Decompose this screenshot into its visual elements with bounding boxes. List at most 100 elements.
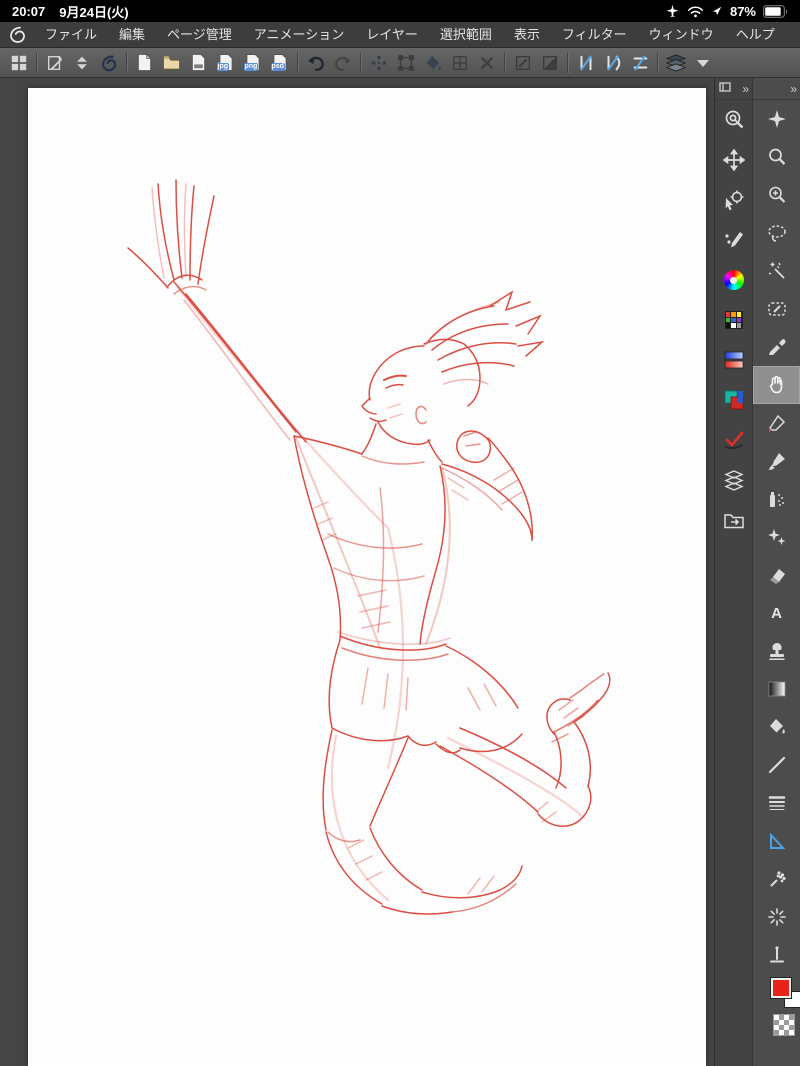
toolbar-separator	[657, 52, 658, 73]
folder-nav-tool[interactable]	[715, 500, 752, 540]
tool-dropdown-icon[interactable]	[689, 50, 716, 76]
wifi-icon	[687, 5, 704, 18]
perpendicular-tool[interactable]	[753, 936, 800, 974]
toolbar-separator	[504, 52, 505, 73]
menu-window[interactable]: ウィンドウ	[638, 22, 725, 47]
snap-dots-icon[interactable]	[365, 50, 392, 76]
text-tool[interactable]: A	[753, 594, 800, 632]
decoration-tool[interactable]	[753, 518, 800, 556]
export-jpg-icon[interactable]: jpg	[212, 50, 239, 76]
ruler-snap-icon[interactable]	[572, 50, 599, 76]
undo-icon[interactable]	[302, 50, 329, 76]
new-canvas-icon[interactable]	[131, 50, 158, 76]
lasso-tool[interactable]	[753, 214, 800, 252]
fill-bucket-icon[interactable]	[419, 50, 446, 76]
hatching-tool[interactable]	[753, 784, 800, 822]
airplane-icon	[665, 4, 680, 19]
move-canvas-tool[interactable]	[715, 140, 752, 180]
eraser-tool[interactable]	[753, 556, 800, 594]
dock-expand-icon[interactable]: »	[742, 82, 749, 96]
sparkle-tool[interactable]	[753, 100, 800, 138]
spray-tool[interactable]	[753, 860, 800, 898]
sort-arrows-icon[interactable]	[68, 50, 95, 76]
toolbar-separator	[36, 52, 37, 73]
clock: 20:07	[12, 3, 46, 19]
color-wheel-tool[interactable]	[715, 260, 752, 300]
clip-studio-logo[interactable]	[0, 25, 34, 44]
menu-file[interactable]: ファイル	[34, 22, 108, 47]
zoom-tool[interactable]	[753, 138, 800, 176]
sunburst-tool[interactable]	[753, 898, 800, 936]
canvas-workspace	[0, 78, 714, 1066]
layer-list-tool[interactable]	[715, 460, 752, 500]
grid-snap-icon[interactable]	[626, 50, 653, 76]
pen-touch-tool[interactable]	[715, 220, 752, 260]
eyedropper-tool[interactable]	[753, 328, 800, 366]
menu-filter[interactable]: フィルター	[551, 22, 638, 47]
operation-tool[interactable]	[715, 180, 752, 220]
clip-studio-badge-icon[interactable]	[95, 50, 122, 76]
bucket-tool[interactable]	[753, 708, 800, 746]
marker-tool[interactable]	[753, 404, 800, 442]
toolbar-separator	[567, 52, 568, 73]
save-file-icon[interactable]	[185, 50, 212, 76]
clear-mark-icon[interactable]	[473, 50, 500, 76]
menu-layer[interactable]: レイヤー	[355, 22, 429, 47]
jpg-badge: jpg	[216, 63, 229, 71]
dock-tab-icon[interactable]	[719, 82, 731, 95]
mesh-transform-icon[interactable]	[446, 50, 473, 76]
color-swatch-area	[753, 974, 800, 1044]
gradient-box-icon[interactable]	[536, 50, 563, 76]
brush-tool[interactable]	[753, 442, 800, 480]
main-area: » » A	[0, 78, 800, 1066]
approx-color-tool[interactable]	[715, 420, 752, 460]
drawing-canvas[interactable]	[28, 88, 706, 1066]
line-tool[interactable]	[753, 746, 800, 784]
color-history-tool[interactable]	[715, 380, 752, 420]
command-toolbar: jpg png psd	[0, 48, 800, 78]
workspace-grid-icon[interactable]	[5, 50, 32, 76]
menu-help[interactable]: ヘルプ	[725, 22, 786, 47]
hand-tool[interactable]	[753, 366, 800, 404]
date: 9月24日(火)	[59, 4, 129, 20]
open-file-icon[interactable]	[158, 50, 185, 76]
pencil-box-icon[interactable]	[509, 50, 536, 76]
toolbar-separator	[360, 52, 361, 73]
tools-expand-icon[interactable]: »	[790, 82, 797, 96]
magic-wand-tool[interactable]	[753, 252, 800, 290]
export-png-icon[interactable]: png	[239, 50, 266, 76]
location-arrow-icon	[711, 5, 723, 17]
ruler-tool[interactable]	[753, 822, 800, 860]
special-ruler-snap-icon[interactable]	[599, 50, 626, 76]
psd-badge: psd	[270, 63, 285, 71]
menu-page-manage[interactable]: ページ管理	[156, 22, 243, 47]
menu-animation[interactable]: アニメーション	[243, 22, 355, 47]
text-tool-glyph: A	[771, 604, 782, 622]
battery-percent: 87%	[729, 3, 756, 19]
status-bar: 20:07 9月24日(火) 87%	[0, 0, 800, 22]
selection-pen-tool[interactable]	[753, 290, 800, 328]
airbrush-tool[interactable]	[753, 480, 800, 518]
toolbar-separator	[297, 52, 298, 73]
toolbar-separator	[126, 52, 127, 73]
zoom-fit-tool[interactable]	[753, 176, 800, 214]
transparent-color-swatch[interactable]	[773, 1014, 795, 1036]
transform-handles-icon[interactable]	[392, 50, 419, 76]
menu-selection[interactable]: 選択範囲	[429, 22, 503, 47]
menu-edit[interactable]: 編集	[108, 22, 156, 47]
battery-icon	[763, 4, 788, 18]
color-slider-tool[interactable]	[715, 340, 752, 380]
loupe-tool[interactable]	[715, 100, 752, 140]
menu-bar: ファイル 編集 ページ管理 アニメーション レイヤー 選択範囲 表示 フィルター…	[0, 22, 800, 48]
foreground-color-swatch[interactable]	[771, 978, 791, 998]
page-tool-icon[interactable]	[41, 50, 68, 76]
stamp-tool[interactable]	[753, 632, 800, 670]
volleyball-sketch	[127, 179, 611, 915]
gradient-tool[interactable]	[753, 670, 800, 708]
export-psd-icon[interactable]: psd	[266, 50, 293, 76]
redo-icon[interactable]	[329, 50, 356, 76]
color-set-tool[interactable]	[715, 300, 752, 340]
menu-view[interactable]: 表示	[503, 22, 551, 47]
tool-column: » A	[753, 78, 800, 1066]
layers-stack-icon[interactable]	[662, 50, 689, 76]
